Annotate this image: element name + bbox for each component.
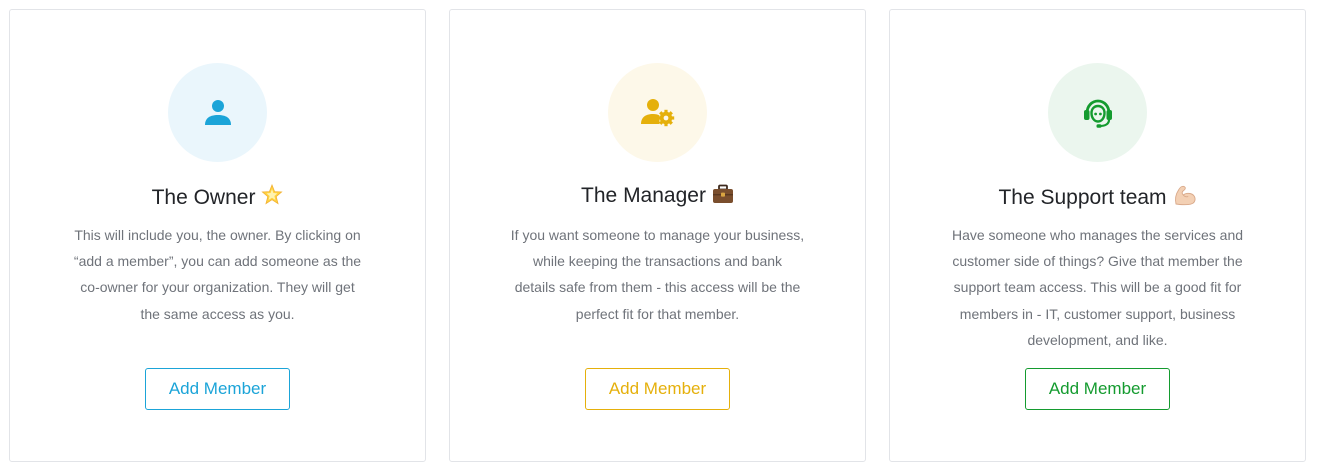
description-line: development, and like. xyxy=(1027,331,1168,348)
owner-role-card: The Owner This will include you, the own… xyxy=(9,9,426,462)
flexed-biceps-emoji xyxy=(1173,184,1197,212)
description-line: details safe from them - this access wil… xyxy=(514,279,801,296)
support-icon-circle xyxy=(1048,63,1147,162)
support-role-card: The Support team Have someone who manage… xyxy=(889,9,1306,462)
briefcase-emoji xyxy=(712,184,734,210)
owner-title-text: The Owner xyxy=(151,186,256,209)
owner-icon-circle xyxy=(168,63,267,162)
description-line: perfect fit for that member. xyxy=(575,305,740,322)
description-line: Have someone who manages the services an… xyxy=(951,227,1244,243)
description-line: “add a member”, you can add someone as t… xyxy=(73,253,362,270)
manager-description: If you want someone to manage your busin… xyxy=(488,222,828,327)
add-manager-member-button[interactable]: Add Member xyxy=(585,368,730,410)
headset-icon xyxy=(1083,99,1112,128)
manager-title: The Manager xyxy=(450,184,865,210)
manager-title-text: The Manager xyxy=(581,184,706,207)
owner-description: This will include you, the owner. By cli… xyxy=(48,222,388,327)
support-description: Have someone who manages the services an… xyxy=(928,222,1268,353)
member-role-cards: The Owner This will include you, the own… xyxy=(0,0,1317,473)
description-line: co-owner for your organization. They wil… xyxy=(80,279,355,296)
manager-role-card: The Manager If you want someone to manag… xyxy=(449,9,866,462)
description-line: This will include you, the owner. By cli… xyxy=(74,227,361,243)
description-line: while keeping the transactions and bank xyxy=(532,253,783,270)
owner-title: The Owner xyxy=(10,183,425,212)
user-gear-icon xyxy=(640,98,674,126)
description-line: If you want someone to manage your busin… xyxy=(510,227,805,243)
description-line: support team access. This will be a good… xyxy=(953,279,1242,296)
description-line: members in - IT, customer support, busin… xyxy=(959,305,1236,322)
user-icon xyxy=(204,99,231,125)
support-title: The Support team xyxy=(890,184,1305,212)
support-title-text: The Support team xyxy=(998,186,1167,209)
add-owner-member-button[interactable]: Add Member xyxy=(145,368,290,410)
manager-icon-circle xyxy=(608,63,707,162)
add-support-member-button[interactable]: Add Member xyxy=(1025,368,1170,410)
description-line: customer side of things? Give that membe… xyxy=(952,253,1243,270)
description-line: the same access as you. xyxy=(140,305,295,322)
star-emoji xyxy=(261,183,284,212)
